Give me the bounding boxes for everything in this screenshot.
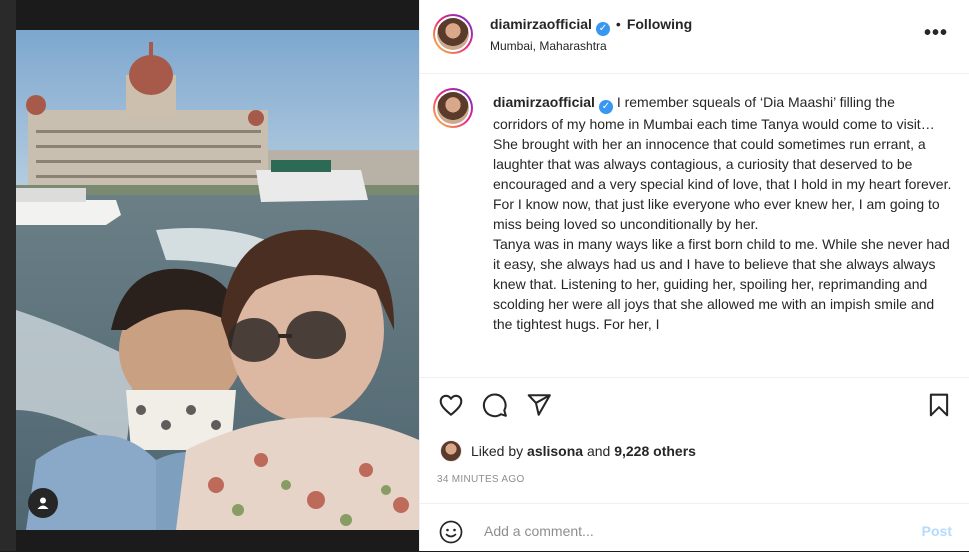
caption: diamirzaofficial ✓ I remember squeals of … — [493, 92, 953, 334]
share-icon[interactable] — [526, 392, 552, 418]
verified-icon: ✓ — [598, 100, 613, 114]
following-button[interactable]: Following — [627, 16, 692, 32]
user-tag-button[interactable] — [28, 488, 58, 518]
comment-icon[interactable] — [482, 392, 508, 418]
heart-icon[interactable] — [438, 392, 464, 418]
caption-scroll-area[interactable]: diamirzaofficial ✓ I remember squeals of … — [420, 74, 969, 378]
verified-icon: ✓ — [595, 22, 610, 36]
header-line: diamirzaofficial ✓ • Following — [490, 16, 692, 36]
more-icon[interactable]: ••• — [924, 22, 948, 45]
likes-prefix: Liked by — [471, 443, 524, 459]
avatar[interactable] — [433, 14, 473, 54]
post-header: diamirzaofficial ✓ • Following Mumbai, Maha… — [420, 0, 969, 74]
post-photo — [16, 30, 419, 530]
user-tag-icon — [37, 497, 49, 509]
comment-input[interactable] — [482, 518, 886, 544]
caption-avatar[interactable] — [433, 88, 473, 128]
comment-bar: Post — [420, 503, 969, 552]
bookmark-icon[interactable] — [926, 392, 952, 418]
action-bar — [420, 390, 969, 422]
caption-avatar-image — [437, 92, 469, 124]
post-button[interactable]: Post — [922, 523, 952, 539]
post-side-panel: diamirzaofficial ✓ • Following Mumbai, Maha… — [419, 0, 969, 551]
caption-paragraph: She brought with her an innocence that c… — [493, 136, 952, 232]
liker-username-link[interactable]: aslisona — [527, 443, 583, 459]
caption-username-link[interactable]: diamirzaofficial — [493, 94, 595, 110]
location-link[interactable]: Mumbai, Maharashtra — [490, 39, 607, 53]
backdrop — [0, 0, 16, 551]
likes-summary: Liked by aslisona and 9,228 others — [440, 440, 696, 462]
emoji-icon[interactable] — [439, 520, 463, 544]
avatar-image — [437, 18, 469, 50]
likes-middle: and — [586, 443, 611, 459]
post-timestamp[interactable]: 34 MINUTES AGO — [437, 474, 525, 485]
likes-count-link[interactable]: 9,228 others — [614, 443, 696, 459]
separator-dot: • — [615, 16, 621, 32]
caption-paragraph: Tanya was in many ways like a first born… — [493, 236, 950, 332]
username-link[interactable]: diamirzaofficial — [490, 16, 592, 32]
liker-avatar[interactable] — [440, 440, 462, 462]
